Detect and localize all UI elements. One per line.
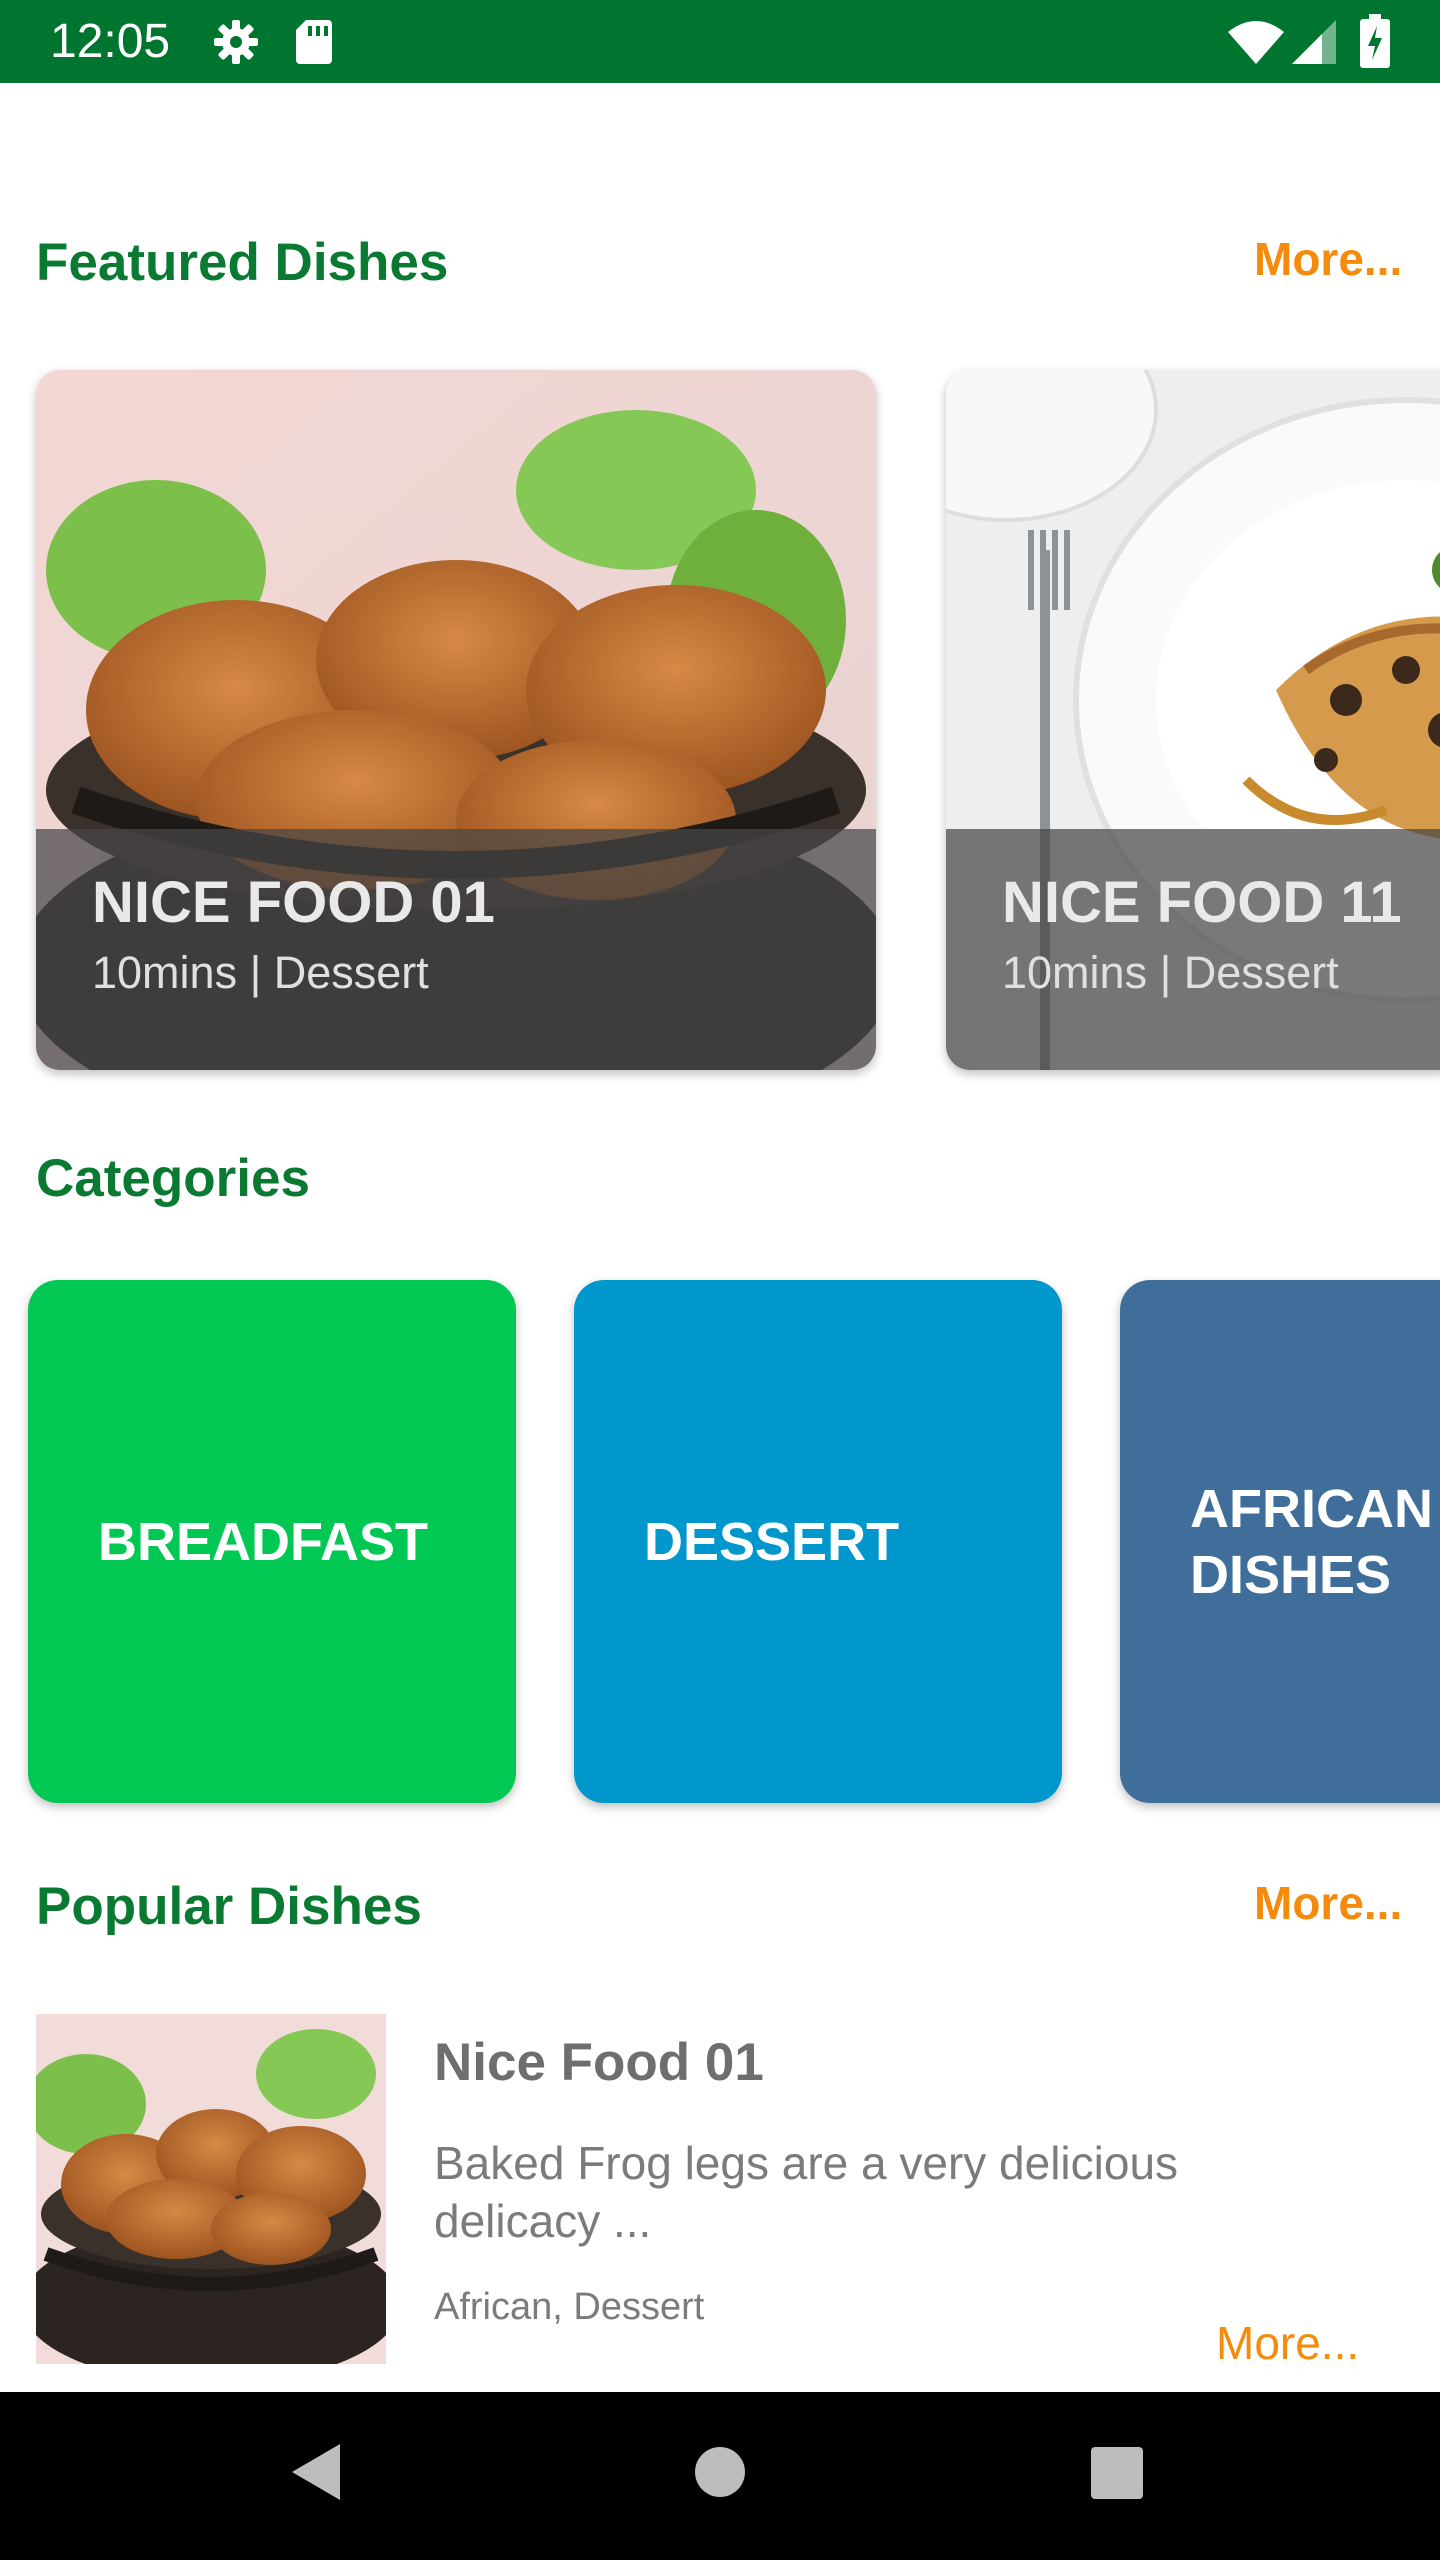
home-icon[interactable]: [694, 2446, 746, 2503]
category-label: DESSERT: [644, 1511, 900, 1572]
featured-more-link[interactable]: More...: [1254, 232, 1402, 286]
category-african-dishes[interactable]: AFRICAN DISHES: [1120, 1280, 1440, 1803]
status-time: 12:05: [50, 15, 171, 68]
category-label: AFRICAN DISHES: [1190, 1478, 1433, 1605]
signal-icon: [1292, 20, 1336, 69]
popular-more-link[interactable]: More...: [1254, 1876, 1402, 1930]
back-icon[interactable]: [290, 2442, 342, 2507]
category-breakfast[interactable]: BREADFAST: [28, 1280, 516, 1803]
battery-icon: [1360, 14, 1390, 73]
card-subtitle: 10mins | Dessert: [92, 947, 429, 998]
popular-dish-name: Nice Food 01: [434, 2033, 764, 2092]
popular-dish-more-link[interactable]: More...: [1216, 2316, 1359, 2370]
category-dessert[interactable]: DESSERT: [574, 1280, 1062, 1803]
card-title: NICE FOOD 01: [92, 870, 495, 935]
category-label: BREADFAST: [98, 1511, 429, 1572]
popular-dish-tags: African, Dessert: [434, 2286, 705, 2328]
card-caption-overlay: NICE FOOD 01 10mins | Dessert: [36, 829, 876, 1070]
sd-card-icon: [294, 18, 334, 71]
popular-dishes-title: Popular Dishes: [36, 1877, 422, 1936]
featured-card-1[interactable]: NICE FOOD 01 10mins | Dessert: [36, 370, 876, 1070]
featured-dishes-title: Featured Dishes: [36, 233, 449, 292]
popular-dish-image: [36, 2014, 386, 2364]
featured-card-2[interactable]: NICE FOOD 11 10mins | Dessert: [946, 370, 1440, 1070]
card-title: NICE FOOD 11: [1002, 870, 1402, 935]
card-caption-overlay: NICE FOOD 11 10mins | Dessert: [946, 829, 1440, 1070]
status-bar: 12:05: [0, 0, 1440, 83]
popular-dish-description: Baked Frog legs are a very delicious del…: [434, 2137, 1179, 2247]
recents-icon[interactable]: [1090, 2446, 1144, 2505]
settings-icon: [212, 18, 260, 71]
card-subtitle: 10mins | Dessert: [1002, 947, 1339, 998]
wifi-icon: [1228, 20, 1284, 69]
categories-title: Categories: [36, 1149, 310, 1208]
navigation-bar: [0, 2392, 1440, 2560]
